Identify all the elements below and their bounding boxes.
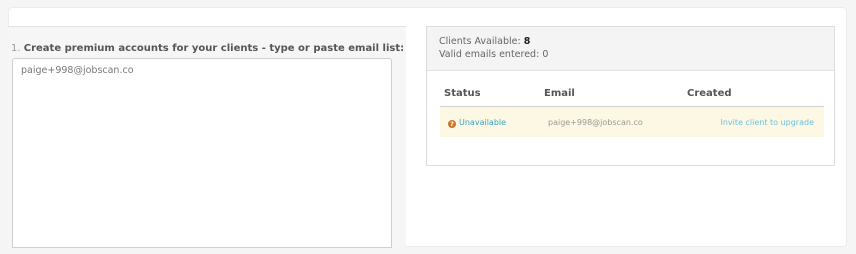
clients-summary-header: Clients Available: 8 Valid emails entere… (427, 27, 834, 71)
step-label: 1. Create premium accounts for your clie… (11, 43, 404, 54)
clients-table: Status Email Created ? Unavailable paige+… (440, 83, 824, 137)
step-number: 1. (11, 43, 21, 54)
email-cell: paige+998@jobscan.co (548, 118, 643, 127)
clients-available-label: Clients Available: (439, 36, 521, 47)
status-cell: ? Unavailable (448, 118, 506, 128)
question-circle-icon: ? (448, 120, 456, 128)
table-row: ? Unavailable paige+998@jobscan.co Invite… (440, 107, 824, 137)
valid-emails-count: 0 (542, 49, 549, 60)
clients-summary-panel: Clients Available: 8 Valid emails entere… (426, 26, 835, 166)
step-instruction: Create premium accounts for your clients… (23, 43, 405, 54)
column-header-created: Created (687, 88, 732, 99)
table-header: Status Email Created (440, 83, 824, 107)
clients-available-count: 8 (523, 36, 531, 47)
column-header-status: Status (444, 88, 481, 99)
email-list-textarea[interactable]: paige+998@jobscan.co (12, 58, 392, 248)
invite-client-link[interactable]: Invite client to upgrade (721, 118, 815, 127)
status-text: Unavailable (459, 118, 507, 127)
clients-available-line: Clients Available: 8 (439, 35, 834, 48)
valid-emails-line: Valid emails entered: 0 (439, 48, 834, 61)
valid-emails-label: Valid emails entered: (439, 49, 540, 60)
column-header-email: Email (544, 88, 575, 99)
